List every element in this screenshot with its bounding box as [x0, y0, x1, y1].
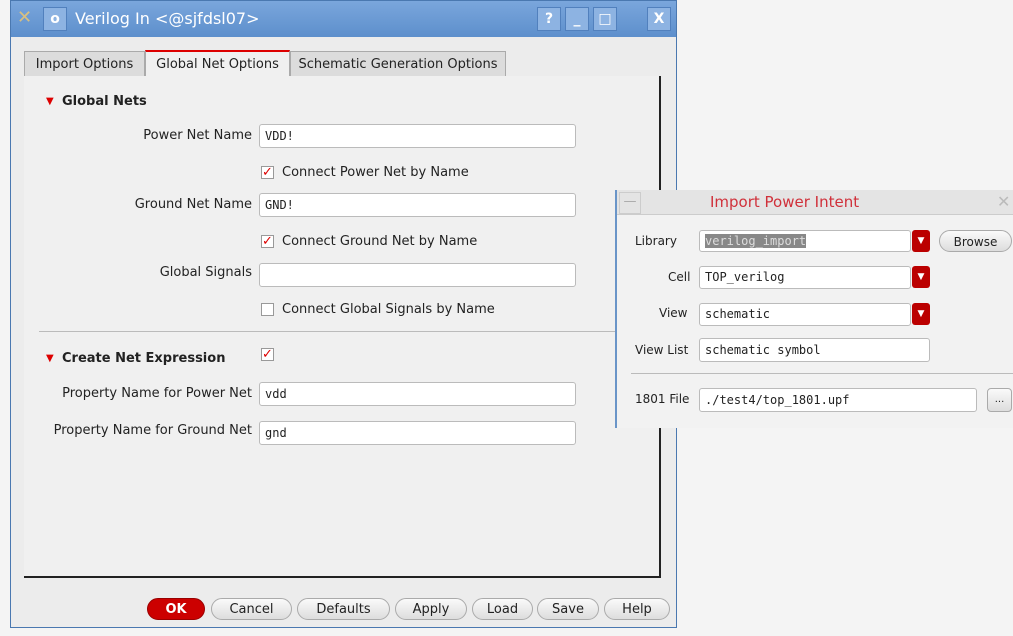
ground-property-label: Property Name for Ground Net [53, 423, 252, 438]
cell-label: Cell [668, 270, 691, 284]
view-select[interactable]: schematic [699, 303, 911, 326]
cancel-button[interactable]: Cancel [211, 598, 292, 620]
dialog-close-icon[interactable]: ✕ [997, 192, 1010, 211]
dialog-menu-icon[interactable]: — [619, 192, 641, 214]
window-title: Verilog In <@sjfdsl07> [75, 9, 260, 28]
tab-schematic-generation-options[interactable]: Schematic Generation Options [290, 51, 506, 76]
global-signals-input[interactable] [259, 263, 576, 287]
library-dropdown-icon[interactable]: ▼ [912, 230, 930, 252]
collapse-triangle-icon[interactable]: ▼ [46, 96, 54, 107]
defaults-button[interactable]: Defaults [297, 598, 390, 620]
library-select[interactable]: verilog_import [699, 230, 911, 252]
help-button[interactable]: Help [604, 598, 670, 620]
power-net-input[interactable]: VDD! [259, 124, 576, 148]
connect-power-label: Connect Power Net by Name [282, 165, 469, 180]
tab-global-net-options[interactable]: Global Net Options [145, 50, 290, 77]
ground-net-input[interactable]: GND! [259, 193, 576, 217]
view-list-label: View List [635, 343, 689, 357]
connect-ground-label: Connect Ground Net by Name [282, 234, 478, 249]
title-bar[interactable]: ✕ o Verilog In <@sjfdsl07> ? _ □ X [11, 1, 676, 37]
view-label: View [659, 306, 688, 320]
library-label: Library [635, 234, 677, 248]
help-icon[interactable]: ? [537, 7, 561, 31]
save-button[interactable]: Save [537, 598, 599, 620]
power-property-label: Property Name for Power Net [62, 386, 252, 401]
tab-panel: ▼ Global Nets Power Net Name VDD! ✓ Conn… [24, 76, 661, 578]
connect-signals-checkbox[interactable] [261, 303, 274, 316]
divider [39, 331, 659, 332]
verilog-in-window: ✕ o Verilog In <@sjfdsl07> ? _ □ X Impor… [10, 0, 677, 628]
global-nets-heading: Global Nets [62, 94, 147, 109]
power-property-input[interactable]: vdd [259, 382, 576, 406]
minimize-icon[interactable]: _ [565, 7, 589, 31]
connect-power-checkbox[interactable]: ✓ [261, 166, 274, 179]
file-input[interactable]: ./test4/top_1801.upf [699, 388, 977, 412]
library-value: verilog_import [705, 234, 807, 248]
cell-dropdown-icon[interactable]: ▼ [912, 266, 930, 288]
window-menu-icon[interactable]: o [43, 7, 67, 31]
power-net-label: Power Net Name [143, 128, 252, 143]
ok-button[interactable]: OK [147, 598, 205, 620]
dialog-title: Import Power Intent [710, 193, 860, 211]
file-label: 1801 File [635, 392, 690, 406]
divider [631, 373, 1013, 374]
import-power-intent-dialog: — Import Power Intent ✕ Library verilog_… [615, 190, 1013, 428]
browse-button[interactable]: Browse [939, 230, 1012, 252]
global-signals-label: Global Signals [159, 265, 252, 280]
create-net-expression-checkbox[interactable]: ✓ [261, 348, 274, 361]
connect-signals-label: Connect Global Signals by Name [282, 302, 495, 317]
view-list-input[interactable]: schematic symbol [699, 338, 930, 362]
maximize-icon[interactable]: □ [593, 7, 617, 31]
cell-select[interactable]: TOP_verilog [699, 266, 911, 289]
tab-import-options[interactable]: Import Options [24, 51, 145, 76]
view-dropdown-icon[interactable]: ▼ [912, 303, 930, 325]
app-icon: ✕ [17, 7, 33, 28]
ground-property-input[interactable]: gnd [259, 421, 576, 445]
create-net-expression-heading: Create Net Expression [62, 351, 226, 366]
connect-ground-checkbox[interactable]: ✓ [261, 235, 274, 248]
dialog-title-bar[interactable]: — Import Power Intent ✕ [617, 190, 1013, 215]
file-browse-button[interactable]: ... [987, 388, 1012, 412]
load-button[interactable]: Load [472, 598, 533, 620]
close-icon[interactable]: X [647, 7, 671, 31]
collapse-triangle-icon[interactable]: ▼ [46, 353, 54, 364]
apply-button[interactable]: Apply [395, 598, 467, 620]
ground-net-label: Ground Net Name [134, 197, 252, 212]
